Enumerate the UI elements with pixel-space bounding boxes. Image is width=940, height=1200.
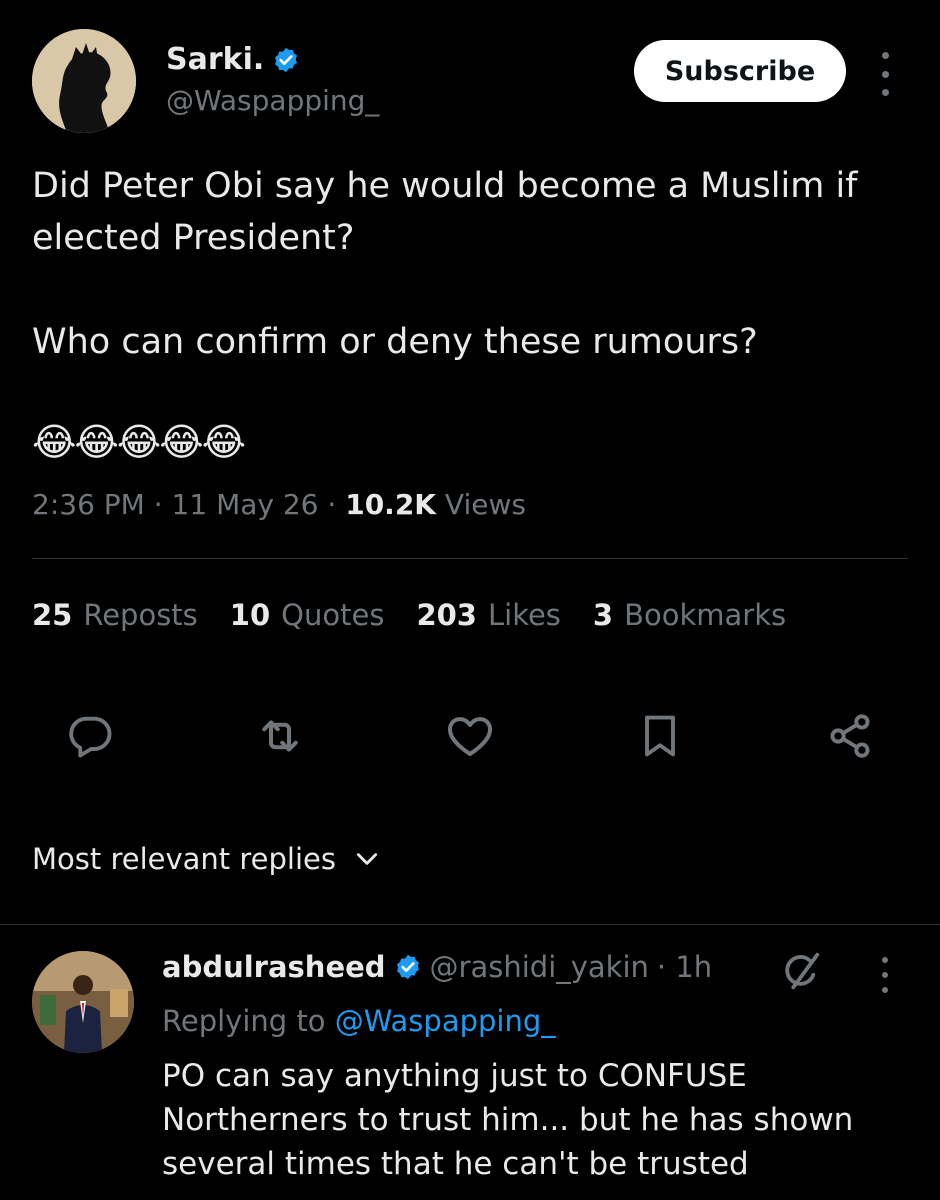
reply-author-handle[interactable]: @rashidi_yakin xyxy=(430,950,649,984)
views-count: 10.2K xyxy=(345,488,436,521)
stat-likes[interactable]: 203 Likes xyxy=(416,598,560,632)
meta-separator: · xyxy=(327,488,346,521)
stat-count: 10 xyxy=(229,598,271,632)
heart-icon[interactable] xyxy=(440,706,500,766)
tweet-time[interactable]: 2:36 PM xyxy=(32,488,145,521)
reply-age: · 1h xyxy=(656,950,713,984)
subscribe-button[interactable]: Subscribe xyxy=(634,40,846,102)
stat-count: 3 xyxy=(592,598,614,632)
stat-count: 25 xyxy=(32,598,73,632)
stat-label: Quotes xyxy=(281,598,385,632)
repost-icon[interactable] xyxy=(250,706,310,766)
action-bar xyxy=(60,706,880,766)
avatar-silhouette-image xyxy=(32,29,136,133)
tweet-date[interactable]: 11 May 26 xyxy=(172,488,319,521)
more-options-icon[interactable] xyxy=(870,52,900,96)
author-name-row[interactable]: Sarki. xyxy=(166,42,300,77)
tweet-text: Did Peter Obi say he would become a Musl… xyxy=(32,166,858,362)
stat-bookmarks[interactable]: 3 Bookmarks xyxy=(593,598,786,632)
tweet-meta: 2:36 PM · 11 May 26 · 10.2K Views xyxy=(32,488,526,521)
replying-to: Replying to @Waspapping_ xyxy=(162,1004,556,1038)
stat-label: Reposts xyxy=(83,598,198,632)
reply-text: PO can say anything just to CONFUSE Nort… xyxy=(162,1058,854,1182)
reply-more-icon[interactable] xyxy=(873,957,897,993)
stat-quotes[interactable]: 10 Quotes xyxy=(230,598,385,632)
divider xyxy=(0,924,940,925)
views-label: Views xyxy=(444,488,526,521)
stat-label: Bookmarks xyxy=(624,598,787,632)
meta-separator: · xyxy=(153,488,172,521)
replying-to-handle-link[interactable]: @Waspapping_ xyxy=(335,1004,556,1038)
verified-badge-icon xyxy=(396,954,419,980)
replies-sort-dropdown[interactable]: Most relevant replies xyxy=(32,842,380,876)
grok-icon[interactable] xyxy=(778,948,824,994)
verified-badge-icon xyxy=(275,47,298,72)
stat-reposts[interactable]: 25 Reposts xyxy=(32,598,198,632)
reply-icon[interactable] xyxy=(60,706,120,766)
tweet-emojis: 😂😂😂😂😂 xyxy=(32,420,246,464)
author-name[interactable]: Sarki. xyxy=(166,42,264,77)
author-avatar[interactable] xyxy=(32,29,136,133)
replies-sort-label: Most relevant replies xyxy=(32,842,336,876)
stat-label: Likes xyxy=(487,598,561,632)
divider xyxy=(32,558,908,559)
author-handle[interactable]: @Waspapping_ xyxy=(166,84,379,117)
replying-prefix: Replying to xyxy=(162,1004,326,1038)
reply-author-name[interactable]: abdulrasheed xyxy=(162,950,386,984)
reply-header: abdulrasheed @rashidi_yakin · 1h xyxy=(162,950,712,984)
reply-author-avatar[interactable] xyxy=(32,951,134,1053)
avatar-photo-image xyxy=(32,951,134,1053)
stat-count: 203 xyxy=(416,598,477,632)
engagement-stats: 25 Reposts 10 Quotes 203 Likes 3 Bookmar… xyxy=(32,598,786,632)
bookmark-icon[interactable] xyxy=(630,706,690,766)
share-icon[interactable] xyxy=(820,706,880,766)
chevron-down-icon xyxy=(356,853,378,865)
